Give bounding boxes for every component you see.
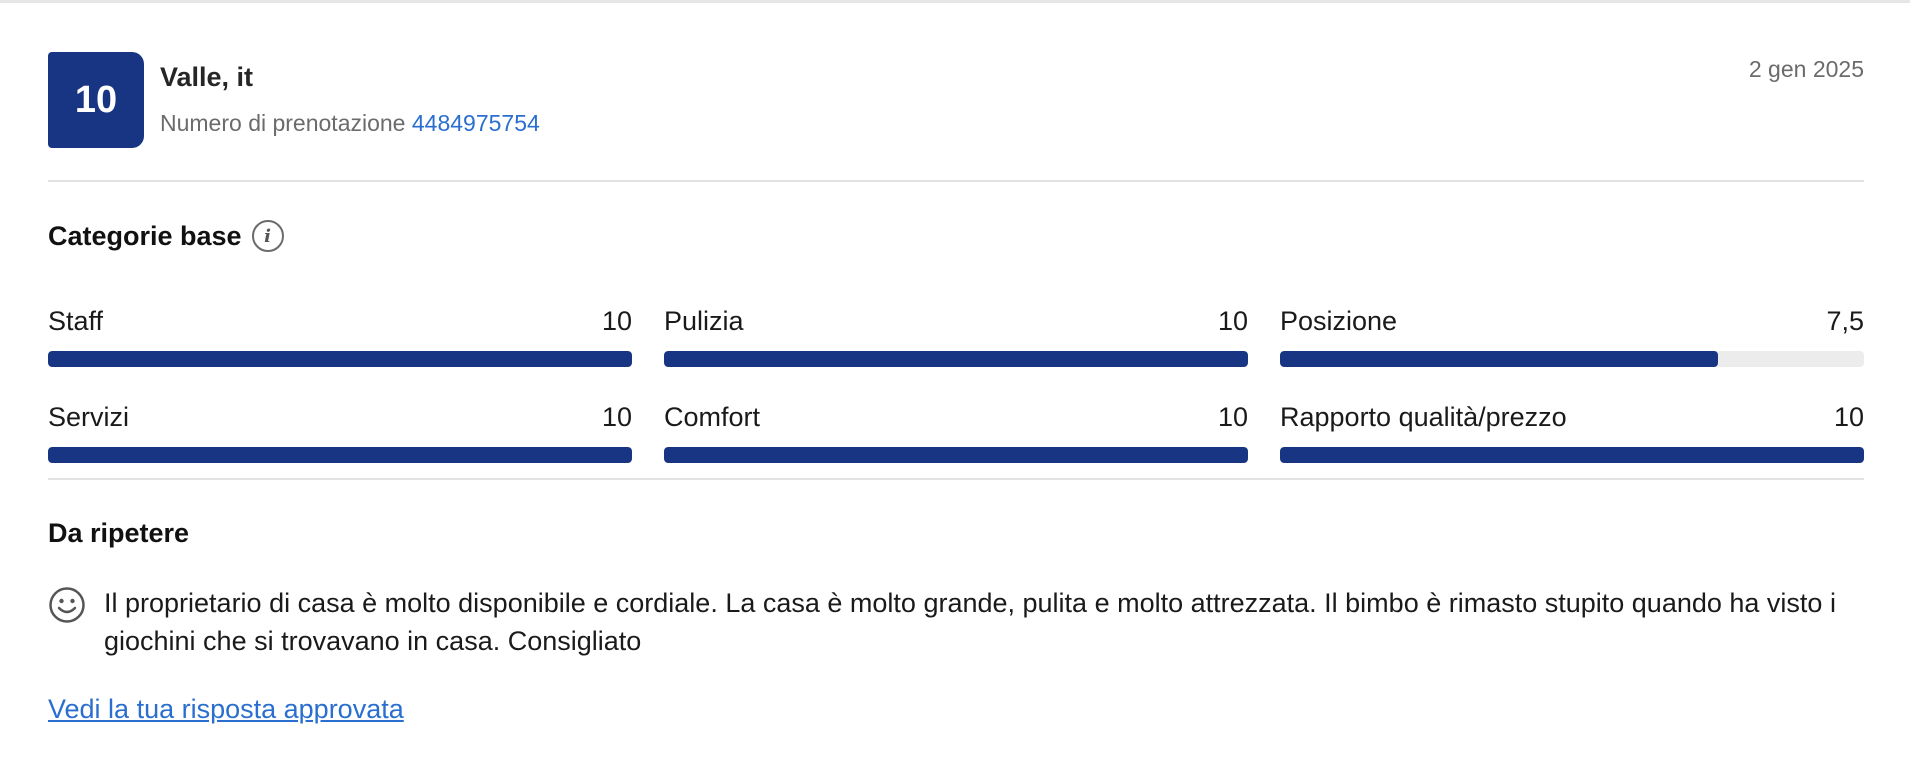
score-bar <box>664 351 1248 367</box>
guest-name: Valle, it <box>160 62 254 92</box>
category-label: Servizi <box>48 402 130 432</box>
score-bar-fill <box>1280 351 1718 367</box>
categories-title: Categorie base <box>48 220 242 251</box>
score-bar-fill <box>664 447 1248 463</box>
category-label: Posizione <box>1280 306 1398 336</box>
divider <box>48 478 1864 480</box>
score-bar <box>48 351 632 367</box>
score-bar-fill <box>48 447 632 463</box>
booking-label: Numero di prenotazione <box>160 110 406 136</box>
liked-text: Il proprietario di casa è molto disponib… <box>104 588 1836 656</box>
booking-line: Numero di prenotazione 4484975754 <box>160 110 540 137</box>
category-label: Pulizia <box>664 306 744 336</box>
category-score: 10 <box>601 306 632 336</box>
category-label: Rapporto qualità/prezzo <box>1280 402 1567 432</box>
review-header: 10 Valle, it Numero di prenotazione 4484… <box>48 52 1864 180</box>
score-bar <box>48 447 632 463</box>
top-border <box>0 0 1910 3</box>
review-card: 10 Valle, it Numero di prenotazione 4484… <box>48 52 1864 724</box>
info-icon[interactable]: i <box>251 220 284 252</box>
category-label: Comfort <box>664 402 761 432</box>
score-bar-fill <box>664 351 1248 367</box>
score-badge: 10 <box>48 52 144 148</box>
score-bar-fill <box>1280 447 1864 463</box>
liked-title: Da ripetere <box>48 518 190 548</box>
smile-icon <box>49 587 85 623</box>
divider <box>48 180 1864 182</box>
categories-heading: Categorie base i <box>48 220 284 252</box>
score-bar-fill <box>48 351 632 367</box>
score-bar <box>1280 447 1864 463</box>
booking-number-link[interactable]: 4484975754 <box>412 110 540 136</box>
category-score: 10 <box>1217 402 1248 432</box>
category-score: 10 <box>1833 402 1864 432</box>
category-label: Staff <box>48 306 104 336</box>
review-date: 2 gen 2025 <box>1748 56 1864 82</box>
category-score: 10 <box>1217 306 1248 336</box>
score-bar <box>664 447 1248 463</box>
view-approved-response-link[interactable]: Vedi la tua risposta approvata <box>48 694 404 725</box>
score-bar <box>1280 351 1864 367</box>
category-score: 10 <box>601 402 632 432</box>
category-score: 7,5 <box>1826 306 1864 336</box>
